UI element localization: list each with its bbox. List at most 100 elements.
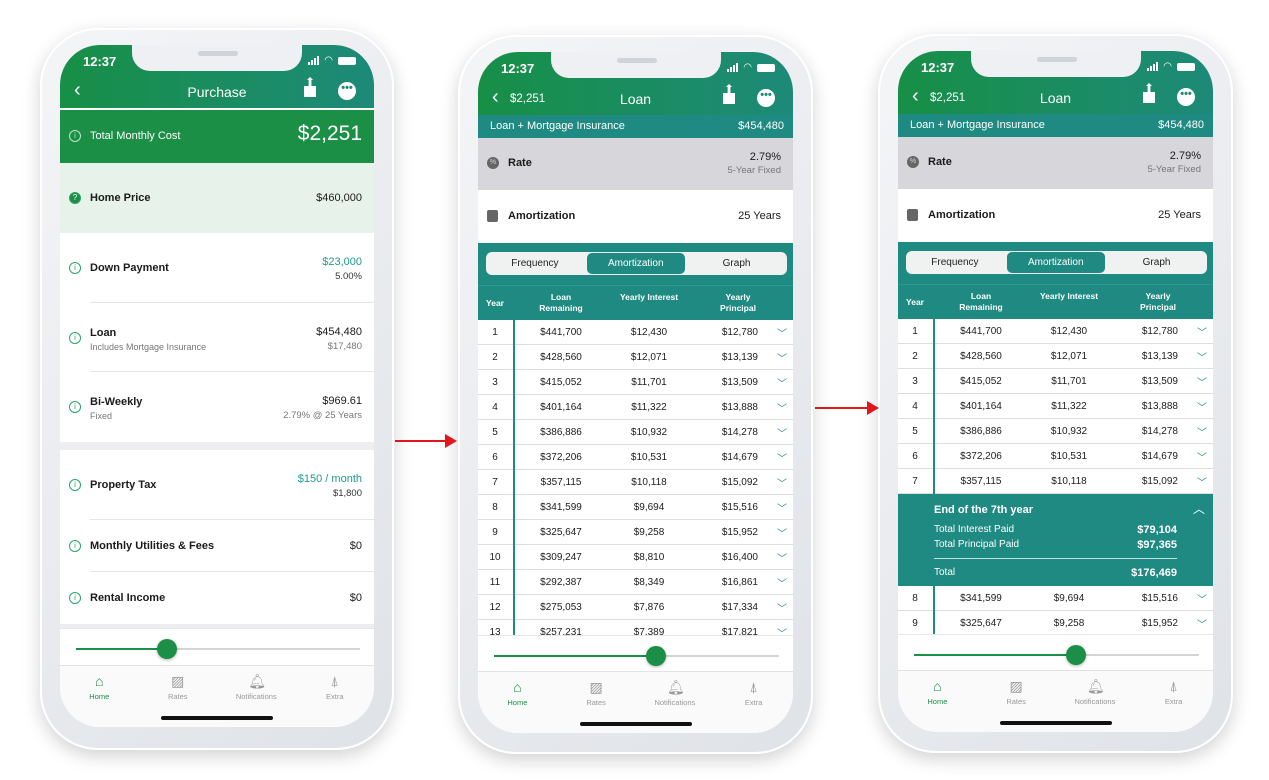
- table-row[interactable]: 8 $341,599 $9,694 $15,516 ﹀: [898, 586, 1213, 611]
- table-row[interactable]: 2 $428,560 $12,071 $13,139 ﹀: [478, 345, 793, 370]
- segment-frequency[interactable]: Frequency: [906, 252, 1004, 273]
- expand-chevron-icon[interactable]: ﹀: [777, 375, 787, 390]
- tab-extra[interactable]: ⍋ Extra: [1134, 679, 1213, 706]
- rate-row[interactable]: % Rate 2.79% 5-Year Fixed: [898, 137, 1213, 189]
- segment-amortization[interactable]: Amortization: [1006, 252, 1105, 273]
- info-icon[interactable]: i: [69, 331, 81, 344]
- expand-chevron-icon[interactable]: ﹀: [1197, 474, 1207, 489]
- slider-track[interactable]: [914, 645, 1199, 665]
- expand-chevron-icon[interactable]: ﹀: [1197, 399, 1207, 414]
- amortization-row[interactable]: Amortization 25 Years: [898, 189, 1213, 242]
- expand-chevron-icon[interactable]: ﹀: [777, 325, 787, 340]
- tab-rates[interactable]: ▨ Rates: [557, 680, 636, 707]
- table-row[interactable]: 3 $415,052 $11,701 $13,509 ﹀: [898, 369, 1213, 394]
- table-row[interactable]: 10 $309,247 $8,810 $16,400 ﹀: [478, 545, 793, 570]
- tab-extra[interactable]: ⍋ Extra: [296, 674, 375, 701]
- tab-notifications[interactable]: 🔔︎ Notifications: [217, 674, 296, 701]
- table-row[interactable]: 6 $372,206 $10,531 $14,679 ﹀: [478, 445, 793, 470]
- info-icon[interactable]: i: [69, 592, 81, 604]
- more-options-icon[interactable]: •••: [1177, 88, 1195, 106]
- share-icon[interactable]: ⬆: [1143, 81, 1155, 103]
- list-item-bi-weekly[interactable]: i Bi-Weekly Fixed $969.61 2.79% @ 25 Years: [60, 372, 374, 442]
- expand-chevron-icon[interactable]: ﹀: [777, 450, 787, 465]
- slider-track[interactable]: [76, 639, 360, 659]
- info-icon[interactable]: i: [69, 401, 81, 413]
- table-row[interactable]: 13 $257,231 $7,389 $17,821 ﹀: [478, 620, 793, 635]
- table-body[interactable]: 1 $441,700 $12,430 $12,780 ﹀ 2 $428,560 $12,071…: [898, 319, 1213, 634]
- expand-chevron-icon[interactable]: ﹀: [777, 400, 787, 415]
- info-icon[interactable]: i: [69, 262, 81, 274]
- tab-notifications[interactable]: 🔔︎ Notifications: [1056, 679, 1135, 706]
- list-item-rental-income[interactable]: i Rental Income $0: [60, 572, 374, 624]
- slider-thumb[interactable]: [156, 639, 177, 659]
- more-options-icon[interactable]: •••: [757, 89, 775, 107]
- table-row[interactable]: 5 $386,886 $10,932 $14,278 ﹀: [478, 420, 793, 445]
- expand-chevron-icon[interactable]: ﹀: [1197, 324, 1207, 339]
- table-row[interactable]: 1 $441,700 $12,430 $12,780 ﹀: [478, 320, 793, 345]
- expand-chevron-icon[interactable]: ﹀: [777, 350, 787, 365]
- expand-chevron-icon[interactable]: ﹀: [777, 550, 787, 565]
- table-row[interactable]: 11 $292,387 $8,349 $16,861 ﹀: [478, 570, 793, 595]
- expand-chevron-icon[interactable]: ﹀: [1197, 374, 1207, 389]
- expand-chevron-icon[interactable]: ﹀: [1197, 616, 1207, 631]
- expand-chevron-icon[interactable]: ﹀: [777, 475, 787, 490]
- table-row[interactable]: 9 $325,647 $9,258 $15,952 ﹀: [898, 611, 1213, 634]
- amortization-row[interactable]: Amortization 25 Years: [478, 190, 793, 243]
- expand-chevron-icon[interactable]: ﹀: [1197, 591, 1207, 606]
- list-item-loan[interactable]: i Loan Includes Mortgage Insurance $454,480…: [60, 303, 374, 372]
- list-item-down-payment[interactable]: i Down Payment $23,000 5.00%: [60, 233, 374, 303]
- info-icon[interactable]: i: [69, 130, 81, 142]
- slider-thumb[interactable]: [646, 646, 667, 666]
- tab-home[interactable]: ⌂ Home: [60, 674, 139, 701]
- tab-rates[interactable]: ▨ Rates: [139, 674, 218, 701]
- home-indicator[interactable]: [579, 722, 692, 726]
- table-body[interactable]: 1 $441,700 $12,430 $12,780 ﹀ 2 $428,560 $12,071…: [478, 320, 793, 635]
- list-item-home-price[interactable]: ? Home Price $460,000: [60, 163, 374, 233]
- slider[interactable]: [60, 628, 374, 665]
- expand-chevron-icon[interactable]: ﹀: [1197, 424, 1207, 439]
- segment-amortization[interactable]: Amortization: [586, 253, 685, 274]
- segment-graph[interactable]: Graph: [1108, 252, 1206, 273]
- expand-chevron-icon[interactable]: ﹀: [777, 575, 787, 590]
- collapse-chevron-icon[interactable]: ︿: [1193, 500, 1205, 517]
- table-row[interactable]: 2 $428,560 $12,071 $13,139 ﹀: [898, 344, 1213, 369]
- expand-chevron-icon[interactable]: ﹀: [777, 625, 787, 635]
- rate-row[interactable]: % Rate 2.79% 5-Year Fixed: [478, 138, 793, 190]
- share-icon[interactable]: ⬆: [304, 75, 316, 97]
- tab-notifications[interactable]: 🔔︎ Notifications: [636, 680, 715, 707]
- slider[interactable]: [478, 635, 793, 672]
- slider[interactable]: [898, 634, 1213, 671]
- expand-chevron-icon[interactable]: ﹀: [777, 525, 787, 540]
- tab-home[interactable]: ⌂ Home: [478, 680, 557, 707]
- segment-frequency[interactable]: Frequency: [486, 253, 584, 274]
- info-icon[interactable]: i: [69, 540, 81, 552]
- list-item-monthly-utilities-fees[interactable]: i Monthly Utilities & Fees $0: [60, 520, 374, 572]
- info-icon[interactable]: i: [69, 479, 81, 491]
- expand-chevron-icon[interactable]: ﹀: [777, 600, 787, 615]
- tab-home[interactable]: ⌂ Home: [898, 679, 977, 706]
- list-item-property-tax[interactable]: i Property Tax $150 / month $1,800: [60, 450, 374, 520]
- table-row[interactable]: 4 $401,164 $11,322 $13,888 ﹀: [478, 395, 793, 420]
- help-icon[interactable]: ?: [69, 192, 81, 204]
- table-row[interactable]: 5 $386,886 $10,932 $14,278 ﹀: [898, 419, 1213, 444]
- share-icon[interactable]: ⬆: [723, 82, 735, 104]
- more-options-icon[interactable]: •••: [338, 82, 356, 100]
- slider-thumb[interactable]: [1066, 645, 1087, 665]
- expand-chevron-icon[interactable]: ﹀: [777, 425, 787, 440]
- table-row[interactable]: 4 $401,164 $11,322 $13,888 ﹀: [898, 394, 1213, 419]
- expand-chevron-icon[interactable]: ﹀: [1197, 449, 1207, 464]
- table-row[interactable]: 7 $357,115 $10,118 $15,092 ﹀: [478, 470, 793, 495]
- segment-graph[interactable]: Graph: [688, 253, 786, 274]
- expand-chevron-icon[interactable]: ﹀: [777, 500, 787, 515]
- table-row[interactable]: 12 $275,053 $7,876 $17,334 ﹀: [478, 595, 793, 620]
- expand-chevron-icon[interactable]: ﹀: [1197, 349, 1207, 364]
- table-row[interactable]: 6 $372,206 $10,531 $14,679 ﹀: [898, 444, 1213, 469]
- total-monthly-cost[interactable]: i Total Monthly Cost $2,251: [60, 110, 374, 163]
- tab-rates[interactable]: ▨ Rates: [977, 679, 1056, 706]
- slider-track[interactable]: [494, 646, 779, 666]
- table-row[interactable]: 8 $341,599 $9,694 $15,516 ﹀: [478, 495, 793, 520]
- table-row[interactable]: 7 $357,115 $10,118 $15,092 ﹀: [898, 469, 1213, 494]
- table-row[interactable]: 1 $441,700 $12,430 $12,780 ﹀: [898, 319, 1213, 344]
- home-indicator[interactable]: [161, 716, 273, 720]
- table-row[interactable]: 9 $325,647 $9,258 $15,952 ﹀: [478, 520, 793, 545]
